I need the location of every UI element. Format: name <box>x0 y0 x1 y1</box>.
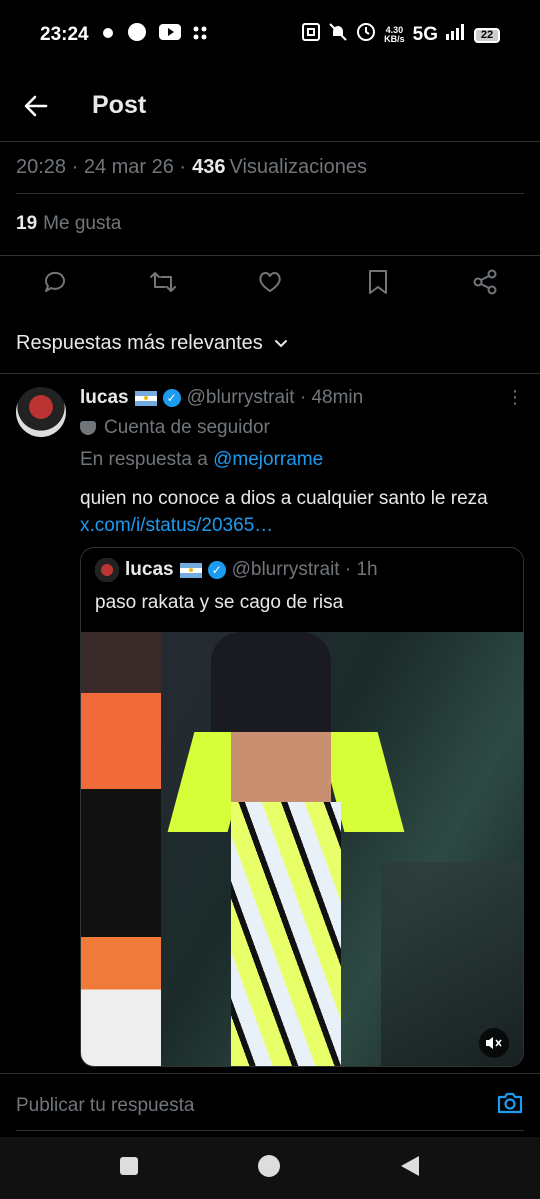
action-bar <box>0 256 540 308</box>
settings-icon <box>101 24 115 46</box>
app-grid-icon <box>193 24 207 46</box>
network-speed: 4.30 KB/s <box>384 26 405 44</box>
camera-icon <box>497 1092 523 1114</box>
follower-badge-label: Cuenta de seguidor <box>104 417 270 438</box>
signal-icon <box>446 24 466 46</box>
reply-input[interactable]: Publicar tu respuesta <box>16 1095 496 1117</box>
sort-label: Respuestas más relevantes <box>16 331 263 354</box>
quote-author-name: lucas <box>125 559 174 580</box>
video-figure-left <box>81 632 161 1066</box>
views-count: 436 <box>192 156 226 178</box>
reply-handle-time: @blurrystrait · 48min <box>186 387 364 408</box>
likes-count: 19 <box>16 213 38 234</box>
post-meta: 20:28 · 24 mar 26 · 436 Visualizaciones <box>16 142 524 194</box>
composer-underline <box>16 1130 524 1131</box>
youtube-icon <box>158 24 181 46</box>
bookmark-icon <box>368 270 387 294</box>
circle-icon <box>127 22 147 48</box>
reply-header: lucas ✓ @blurrystrait · 48min <box>80 383 524 413</box>
network-type: 5G <box>412 24 438 45</box>
page-title: Post <box>92 91 147 119</box>
battery-icon: 22 <box>474 27 500 43</box>
status-time: 23:24 <box>40 24 89 45</box>
square-icon <box>120 1156 138 1175</box>
triangle-back-icon <box>401 1155 419 1176</box>
follower-badge: Cuenta de seguidor <box>80 413 524 443</box>
reply-composer: Publicar tu respuesta <box>0 1073 540 1137</box>
share-icon <box>473 269 497 295</box>
reply-button[interactable] <box>40 267 70 297</box>
quoted-post[interactable]: lucas ✓ @blurrystrait · 1h paso rakata y… <box>80 547 524 1067</box>
repost-button[interactable] <box>148 267 178 297</box>
back-nav-button[interactable] <box>399 1155 421 1182</box>
repost-icon <box>149 272 176 292</box>
likes-label: Me gusta <box>43 213 122 234</box>
verified-badge-icon: ✓ <box>162 389 181 407</box>
share-button[interactable] <box>470 267 500 297</box>
video-figure-top <box>211 632 331 732</box>
network-speed-unit: KB/s <box>384 34 405 44</box>
recents-button[interactable] <box>119 1156 139 1181</box>
like-button[interactable] <box>255 267 285 297</box>
avatar[interactable] <box>16 387 66 437</box>
nfc-icon <box>302 23 321 47</box>
verified-badge-icon: ✓ <box>207 561 226 579</box>
in-reply-to: En respuesta a @mejorrame <box>80 449 524 477</box>
mask-icon <box>80 421 96 435</box>
volume-mute-icon <box>486 1037 502 1049</box>
post-timestamp: 20:28 · 24 mar 26 · <box>16 156 187 178</box>
divider <box>0 373 540 374</box>
reply-post[interactable]: lucas ✓ @blurrystrait · 48min ⋮ Cuenta d… <box>0 383 540 1073</box>
video-figure-torso <box>231 732 331 802</box>
system-nav-bar <box>0 1137 540 1199</box>
alarm-icon <box>356 22 376 48</box>
quote-avatar <box>95 558 119 582</box>
heart-icon <box>259 272 281 292</box>
views-label[interactable]: Visualizaciones <box>229 156 367 179</box>
reply-mention-link[interactable]: @mejorrame <box>213 449 323 470</box>
home-button[interactable] <box>257 1154 281 1183</box>
video-figure-legs <box>231 802 341 1066</box>
replies-sort-dropdown[interactable]: Respuestas más relevantes <box>16 318 289 368</box>
camera-button[interactable] <box>496 1091 524 1120</box>
quote-video[interactable] <box>81 632 523 1066</box>
status-bar: 23:24 4.30 KB/s 5G 22 <box>0 0 540 70</box>
chevron-down-icon <box>274 340 287 348</box>
quote-header: lucas ✓ @blurrystrait · 1h <box>81 548 523 592</box>
mute-bell-icon <box>328 22 348 48</box>
more-options-icon[interactable]: ⋮ <box>506 387 524 408</box>
reply-author-name[interactable]: lucas <box>80 387 129 409</box>
top-bar: Post <box>0 70 540 142</box>
quote-text: paso rakata y se cago de risa <box>95 592 344 613</box>
reply-status-link[interactable]: x.com/i/status/20365… <box>80 512 524 539</box>
argentina-flag-icon <box>179 562 202 578</box>
back-arrow-icon <box>24 95 48 116</box>
mute-button[interactable] <box>479 1028 509 1058</box>
quote-handle-time: @blurrystrait · 1h <box>231 559 378 580</box>
bookmark-button[interactable] <box>363 267 393 297</box>
reply-text: quien no conoce a dios a cualquier santo… <box>80 488 488 509</box>
comment-icon <box>44 271 65 292</box>
back-button[interactable] <box>0 70 72 142</box>
argentina-flag-icon <box>134 390 157 406</box>
likes-row[interactable]: 19 Me gusta <box>16 195 524 253</box>
home-circle-icon <box>258 1154 280 1177</box>
in-reply-prefix: En respuesta a <box>80 449 208 470</box>
